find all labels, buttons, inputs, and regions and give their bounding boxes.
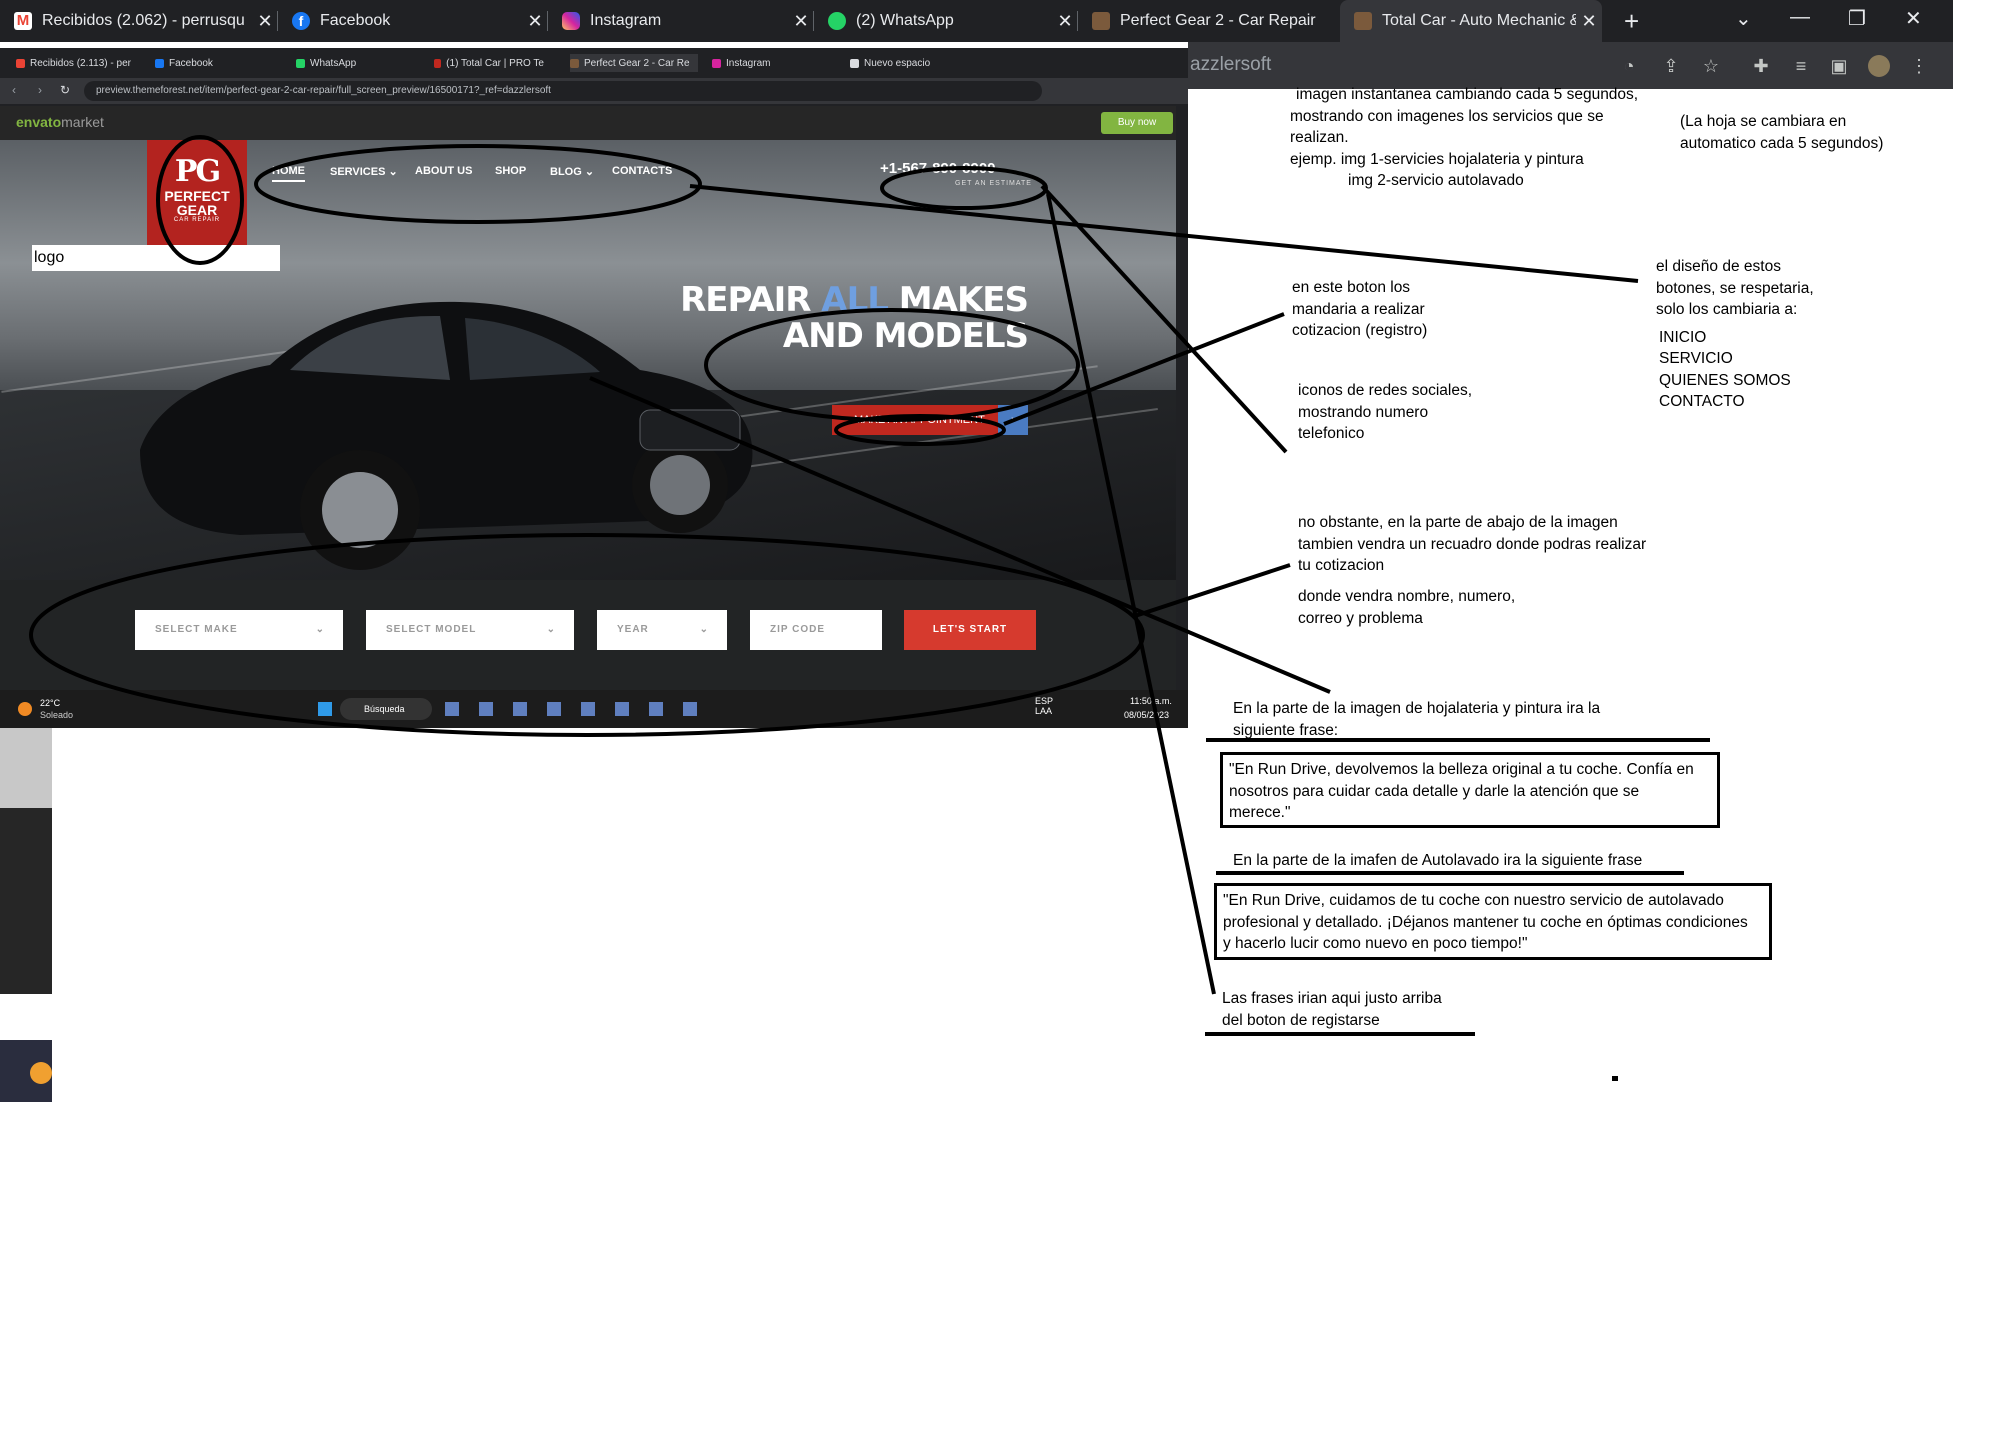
headline-ellipse — [704, 308, 1080, 422]
annotation-overlay — [29, 135, 1639, 995]
phone-ellipse — [880, 166, 1048, 210]
nav-ellipse — [254, 144, 702, 224]
pointer-cta — [1003, 312, 1285, 426]
pointer-form — [1134, 563, 1291, 618]
form-ellipse — [29, 533, 1145, 737]
logo-circle — [156, 135, 244, 265]
pointer-phrase2 — [1046, 193, 1216, 995]
pointer-nav — [689, 184, 1639, 283]
pointer-phrase1 — [589, 376, 1331, 694]
pointer-phone — [1040, 184, 1288, 454]
